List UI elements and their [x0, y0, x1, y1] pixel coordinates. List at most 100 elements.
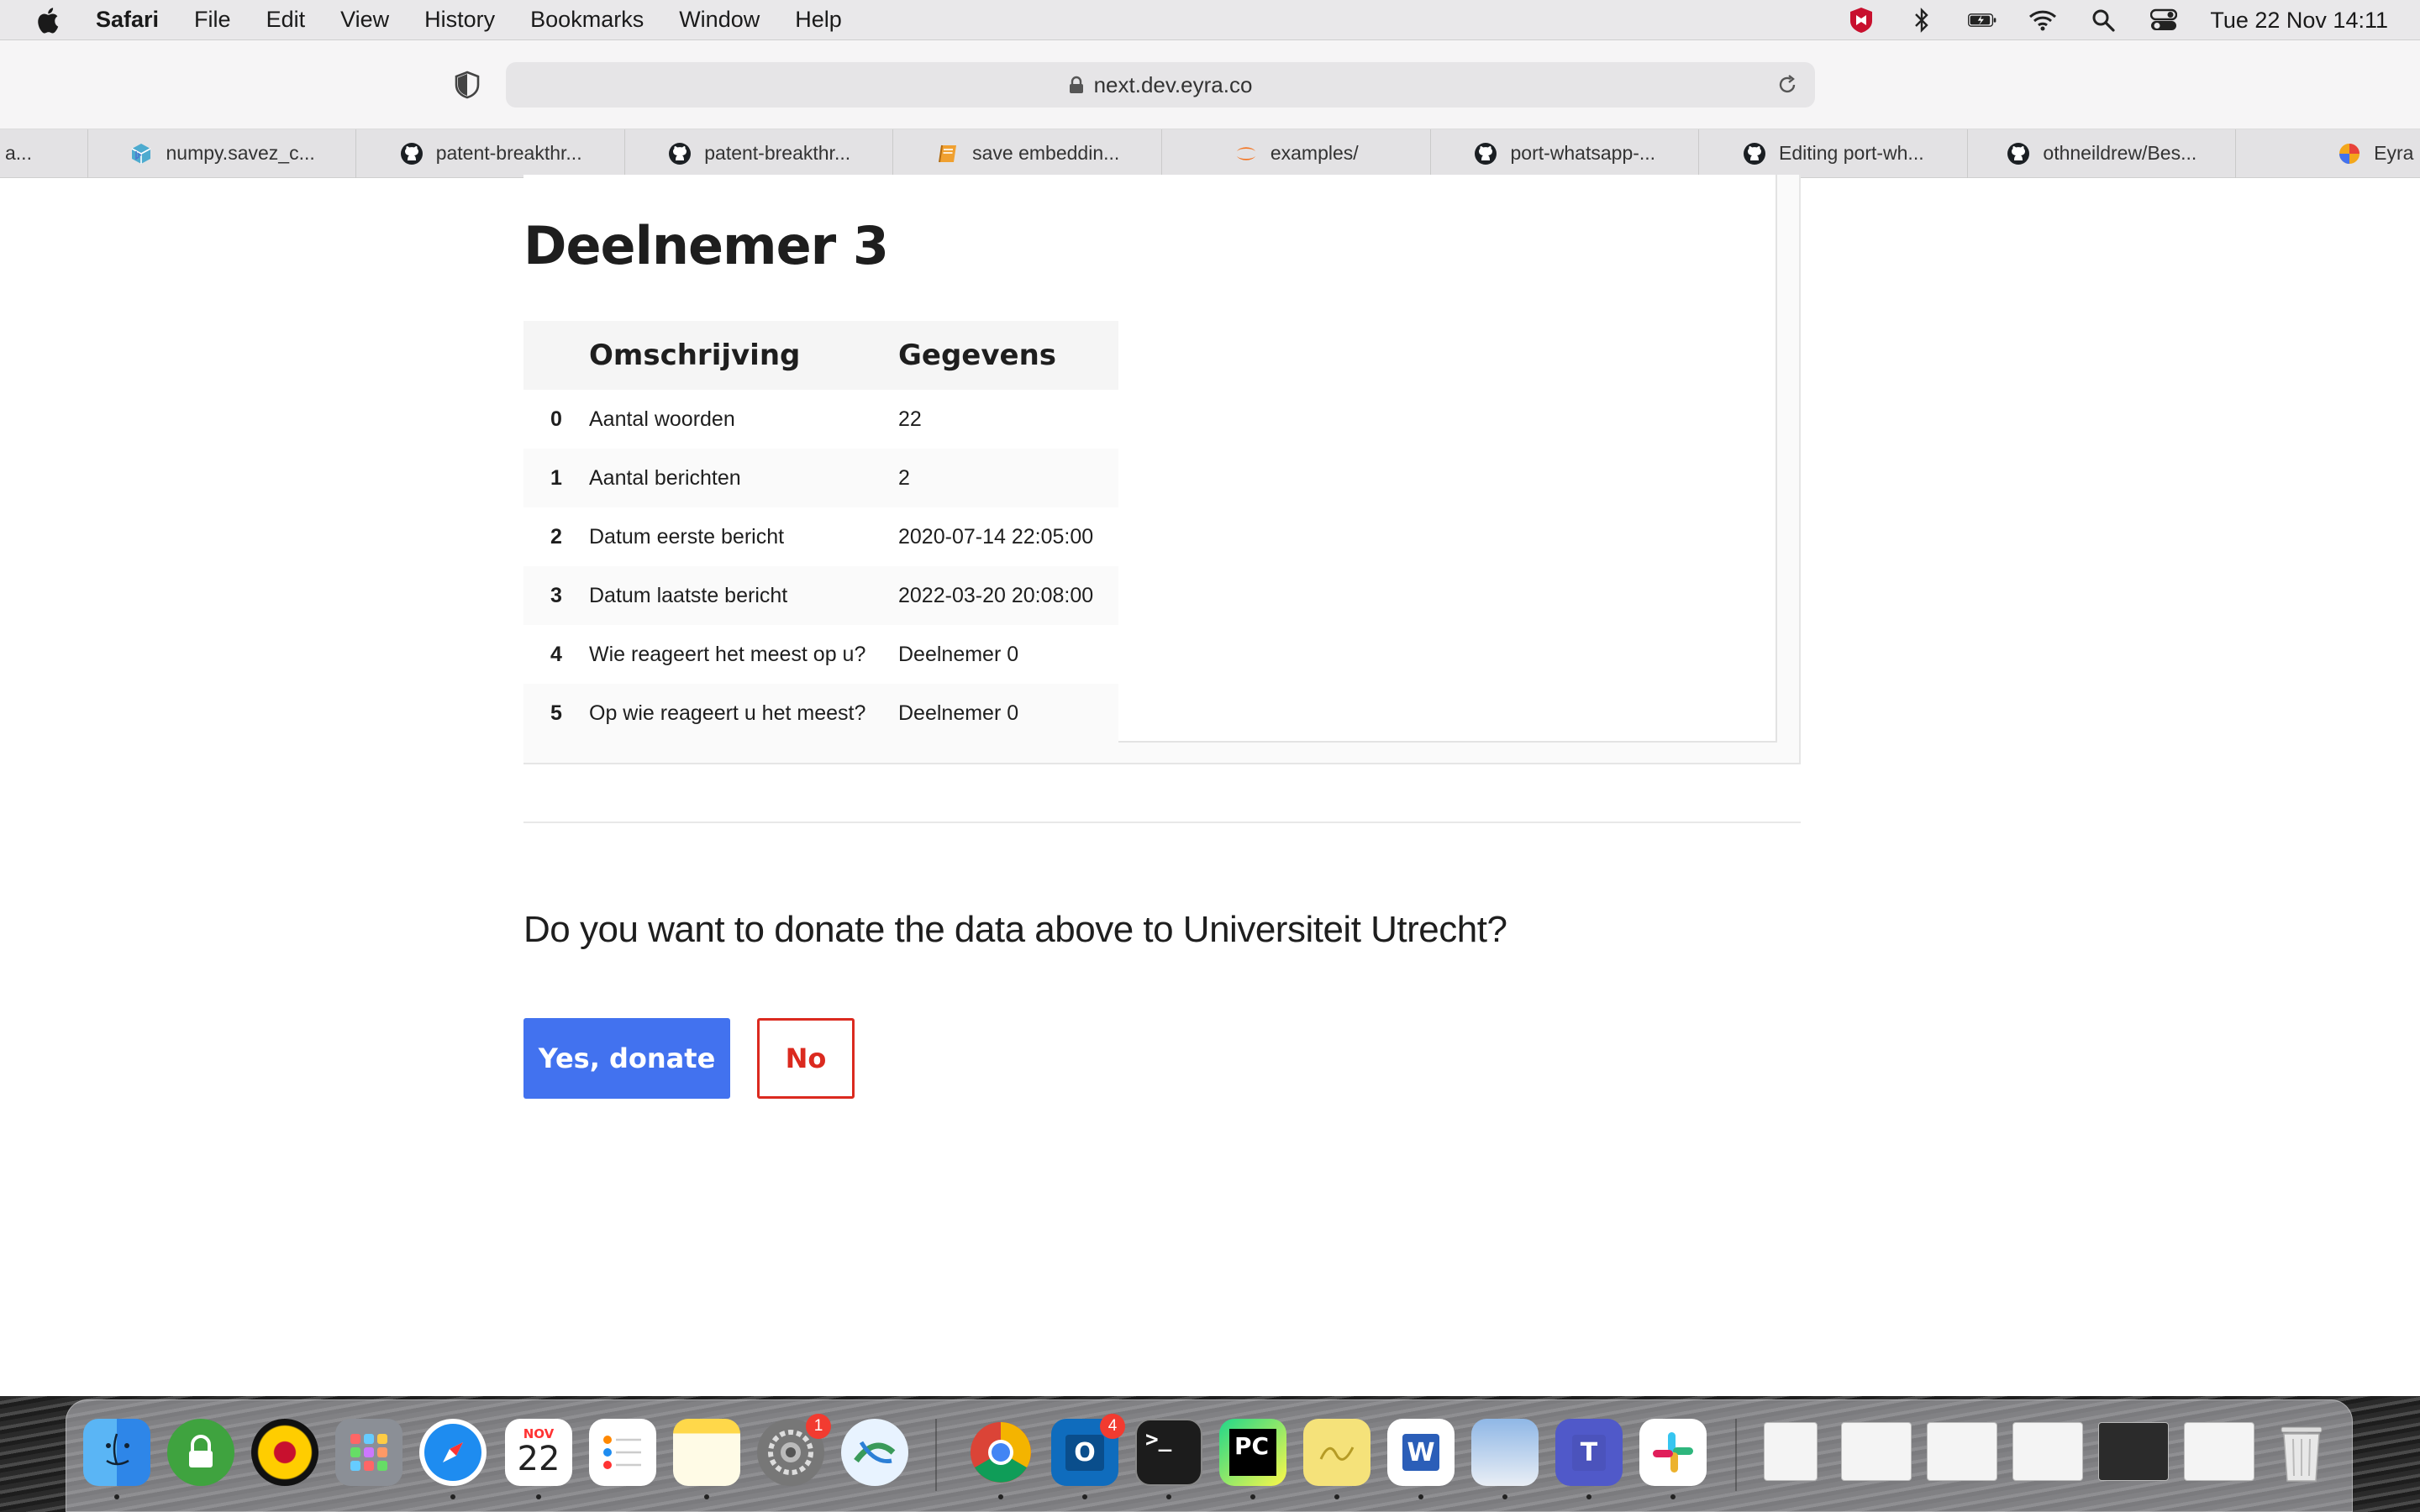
tab-5[interactable]: examples/	[1160, 129, 1430, 178]
tab-title: othneildrew/Bes...	[2043, 142, 2197, 164]
finder-icon[interactable]	[83, 1419, 150, 1486]
preview-icon[interactable]	[1471, 1419, 1539, 1486]
row-index: 5	[523, 684, 589, 743]
participant-title: Deelnemer 3	[523, 215, 889, 276]
minimized-window-thumbnail[interactable]	[1927, 1422, 1997, 1481]
terminal-prompt-icon: >_	[1145, 1427, 1172, 1452]
running-indicator	[114, 1494, 119, 1499]
university-icon[interactable]	[251, 1419, 318, 1486]
github-icon	[1742, 141, 1767, 166]
notification-badge: 4	[1100, 1414, 1125, 1439]
maps-icon[interactable]	[841, 1419, 908, 1486]
tab-2[interactable]: patent-breakthr...	[355, 129, 624, 178]
github-icon	[667, 141, 692, 166]
menu-bar: Safari File Edit View History Bookmarks …	[0, 0, 2420, 40]
privacy-shield-icon[interactable]	[454, 71, 481, 99]
donate-no-button[interactable]: No	[757, 1018, 855, 1099]
running-indicator	[1586, 1494, 1591, 1499]
minimized-window-thumbnail[interactable]	[2184, 1422, 2254, 1481]
tab-0[interactable]: a...	[0, 129, 87, 178]
pycharm-icon[interactable]: PC	[1219, 1419, 1286, 1486]
address-bar[interactable]: next.dev.eyra.co	[506, 62, 1815, 108]
word-icon[interactable]: W	[1387, 1419, 1455, 1486]
row-index: 3	[523, 566, 589, 625]
apple-menu-icon[interactable]	[35, 6, 64, 34]
menu-history[interactable]: History	[424, 7, 495, 33]
running-indicator	[1166, 1494, 1171, 1499]
stickies-icon[interactable]	[1303, 1419, 1370, 1486]
tab-6[interactable]: port-whatsapp-...	[1429, 129, 1699, 178]
row-description: Aantal woorden	[589, 407, 735, 431]
row-index: 2	[550, 524, 562, 549]
running-indicator	[998, 1494, 1003, 1499]
tab-3[interactable]: patent-breakthr...	[623, 129, 893, 178]
donate-yes-button[interactable]: Yes, donate	[523, 1018, 730, 1099]
tab-title: Eyra	[2374, 142, 2414, 164]
minimized-window-thumbnail[interactable]	[1841, 1422, 1912, 1481]
calendar-icon[interactable]: NOV 22	[505, 1419, 572, 1486]
running-indicator	[1418, 1494, 1423, 1499]
minimized-window-thumbnail[interactable]	[2012, 1422, 2083, 1481]
minimized-window-thumbnail[interactable]	[2098, 1422, 2169, 1481]
tab-9[interactable]: Eyra	[2235, 129, 2420, 178]
row-value: Deelnemer 0	[898, 642, 1019, 666]
row-value: 22	[898, 407, 922, 431]
row-value: Deelnemer 0	[898, 684, 1118, 743]
book-icon	[935, 141, 960, 166]
tab-7[interactable]: Editing port-wh...	[1698, 129, 1967, 178]
donation-question: Do you want to donate the data above to …	[523, 909, 1507, 950]
table-row: 3 Datum laatste bericht 2022-03-20 20:08…	[523, 566, 1118, 625]
row-description: Datum eerste bericht	[589, 524, 785, 549]
mcafee-icon[interactable]	[1847, 6, 1876, 34]
tab-4[interactable]: save embeddin...	[892, 129, 1161, 178]
trash-icon[interactable]	[2268, 1419, 2335, 1486]
notes-icon[interactable]	[673, 1419, 740, 1486]
slack-icon[interactable]	[1639, 1419, 1707, 1486]
menu-help[interactable]: Help	[795, 7, 842, 33]
tab-1[interactable]: numpy.savez_c...	[87, 129, 356, 178]
menu-window[interactable]: Window	[679, 7, 760, 33]
table-header-row: Omschrijving Gegevens	[523, 321, 1118, 390]
menu-file[interactable]: File	[194, 7, 231, 33]
running-indicator	[1670, 1494, 1676, 1499]
github-icon	[399, 141, 424, 166]
table-row: 1 Aantal berichten 2	[523, 449, 1118, 507]
lock-app-icon[interactable]	[167, 1419, 234, 1486]
table-row: 0 Aantal woorden 22	[523, 390, 1118, 449]
running-indicator	[450, 1494, 455, 1499]
tab-title: numpy.savez_c...	[166, 142, 315, 164]
table-row: 2 Datum eerste bericht 2020-07-14 22:05:…	[523, 507, 1118, 566]
spotlight-search-icon[interactable]	[2089, 6, 2118, 34]
system-preferences-icon[interactable]: 1	[757, 1414, 831, 1486]
pdf-document-thumbnail[interactable]	[1764, 1422, 1818, 1481]
tab-8[interactable]: othneildrew/Bes...	[1966, 129, 2236, 178]
teams-icon[interactable]: T	[1555, 1419, 1623, 1486]
bluetooth-icon[interactable]	[1907, 6, 1936, 34]
battery-icon[interactable]	[1968, 6, 1996, 34]
menu-view[interactable]: View	[340, 7, 389, 33]
outlook-icon[interactable]: O 4	[1051, 1414, 1125, 1486]
launchpad-icon[interactable]	[335, 1419, 402, 1486]
word-logo-icon: W	[1402, 1434, 1439, 1471]
running-indicator	[1082, 1494, 1087, 1499]
teams-logo-icon: T	[1571, 1434, 1607, 1471]
menu-bookmarks[interactable]: Bookmarks	[530, 7, 644, 33]
wifi-icon[interactable]	[2028, 6, 2057, 34]
menubar-clock[interactable]: Tue 22 Nov 14:11	[2210, 8, 2388, 34]
menu-app-safari[interactable]: Safari	[96, 7, 159, 33]
running-indicator	[536, 1494, 541, 1499]
row-index: 4	[550, 642, 562, 666]
menu-edit[interactable]: Edit	[266, 7, 306, 33]
control-center-icon[interactable]	[2149, 6, 2178, 34]
reload-icon[interactable]	[1776, 74, 1798, 96]
safari-icon[interactable]	[419, 1419, 487, 1486]
tab-title: Editing port-wh...	[1779, 142, 1924, 164]
row-description: Wie reageert het meest op u?	[589, 642, 866, 666]
section-divider	[523, 822, 1801, 823]
table-row: 4 Wie reageert het meest op u? Deelnemer…	[523, 625, 1118, 684]
outlook-letter-icon: O	[1065, 1434, 1104, 1471]
dock-separator	[1735, 1419, 1737, 1491]
chrome-icon[interactable]	[967, 1419, 1034, 1486]
reminders-icon[interactable]	[589, 1419, 656, 1486]
terminal-icon[interactable]: >_	[1135, 1419, 1202, 1486]
